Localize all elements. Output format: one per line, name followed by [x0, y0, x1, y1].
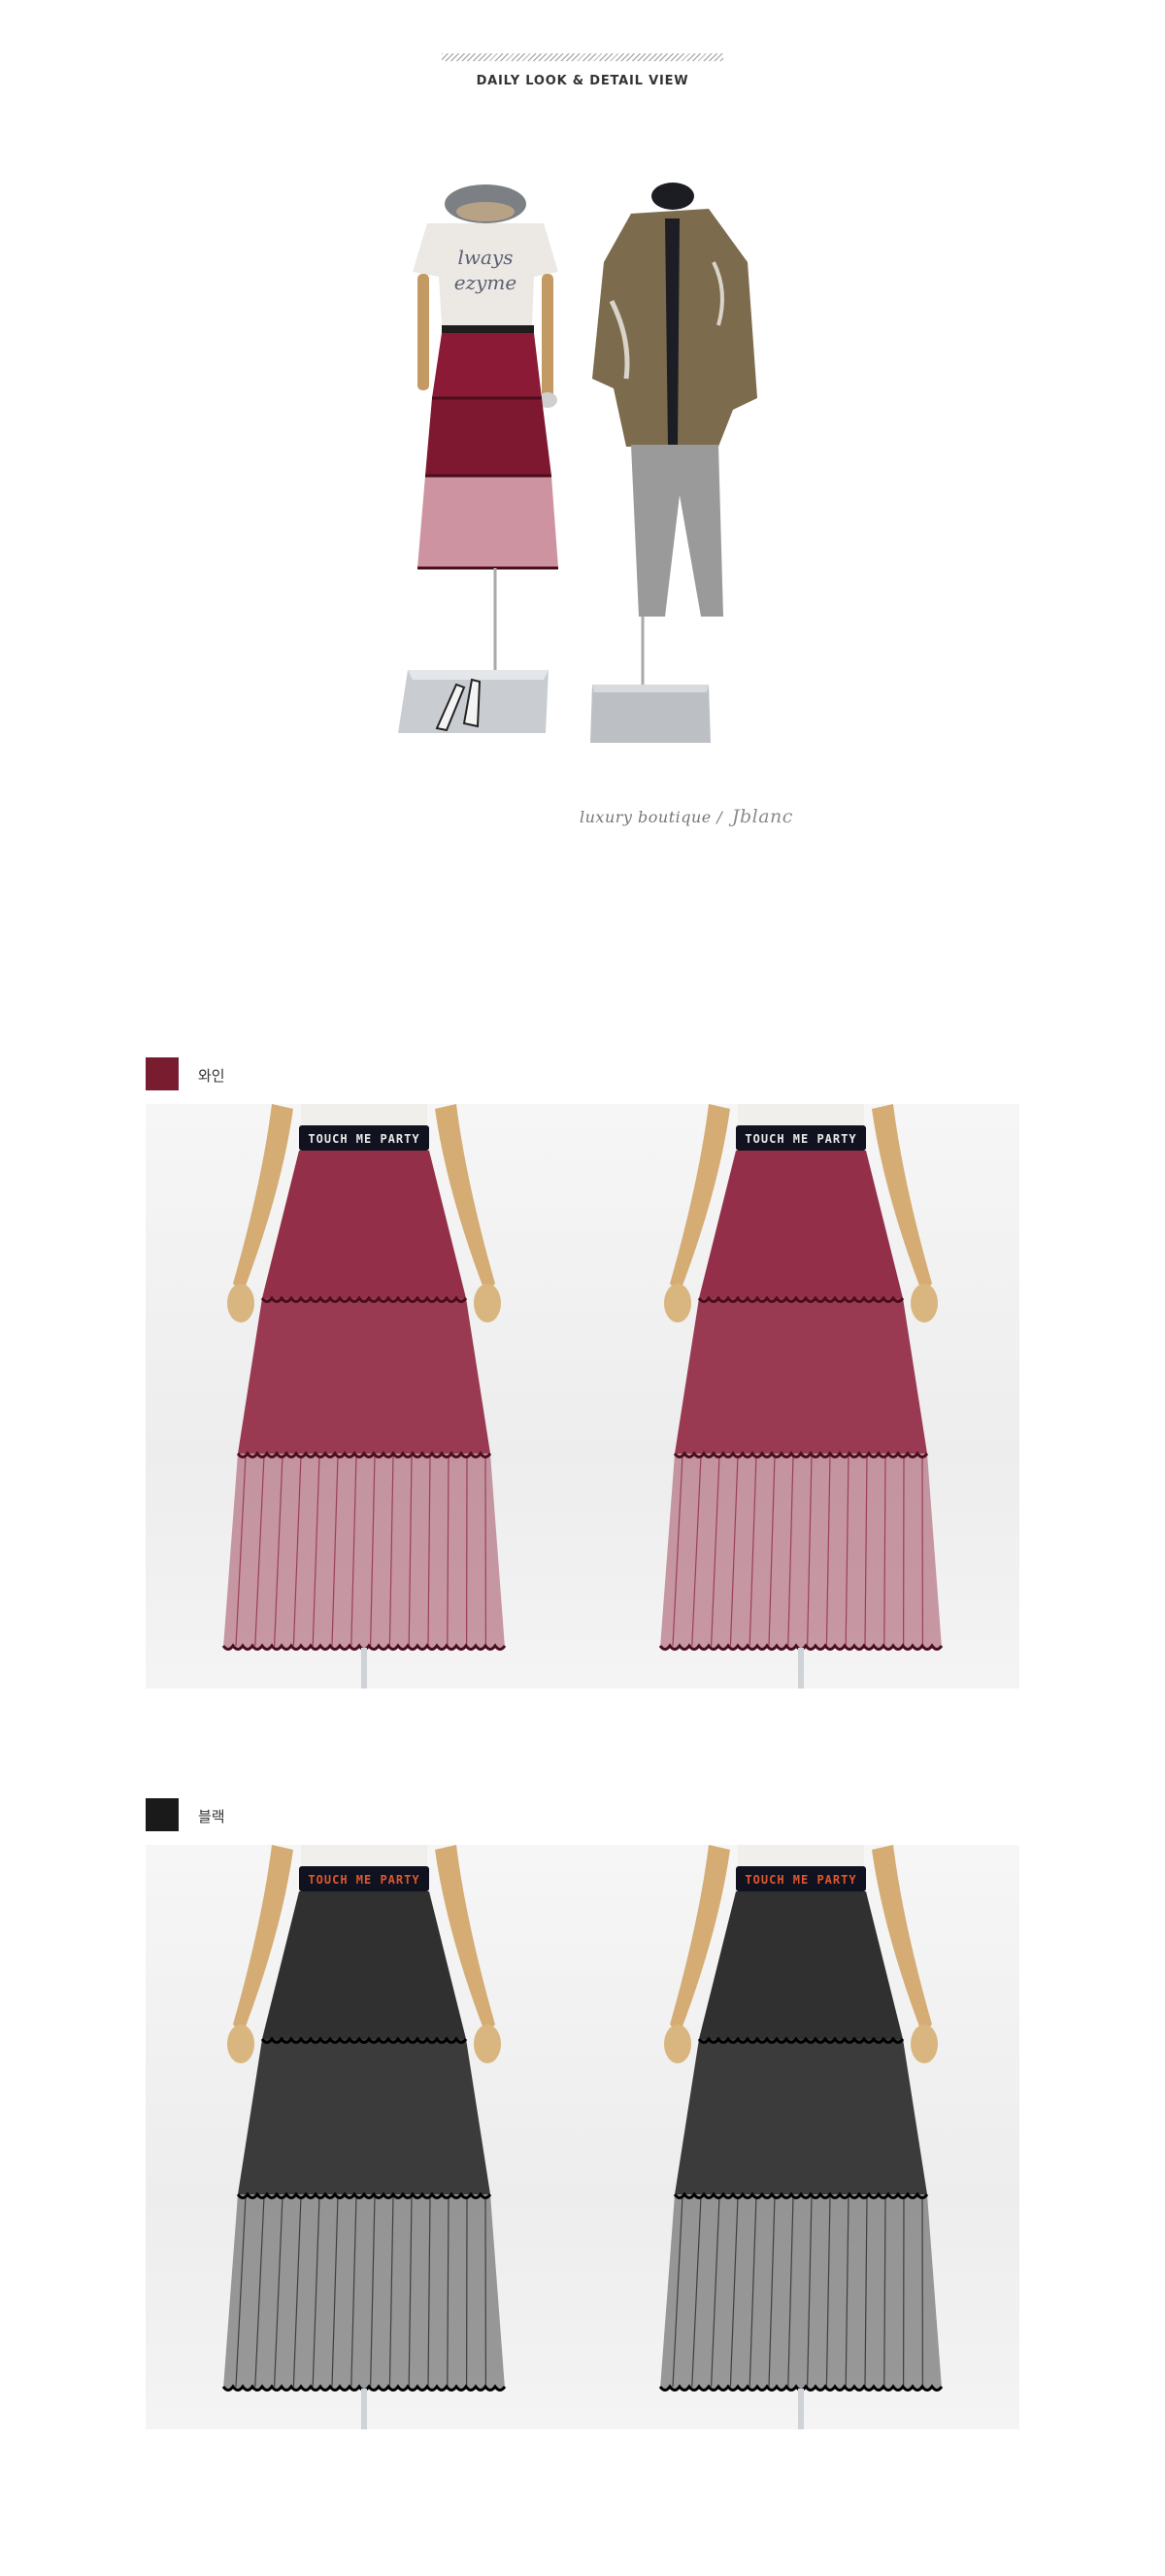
svg-text:ezyme: ezyme — [454, 271, 516, 294]
svg-text:TOUCH ME PARTY: TOUCH ME PARTY — [308, 1132, 419, 1146]
black-side-photo: TOUCH ME PARTY — [582, 1845, 1019, 2429]
page-title: DAILY LOOK & DETAIL VIEW — [476, 74, 689, 88]
svg-text:TOUCH ME PARTY: TOUCH ME PARTY — [745, 1873, 856, 1887]
daily-look-photo: lways ezyme — [398, 183, 757, 743]
signature-separator: / — [716, 808, 723, 826]
svg-text:TOUCH ME PARTY: TOUCH ME PARTY — [745, 1132, 856, 1146]
svg-text:lways: lways — [457, 246, 513, 269]
signature-text: luxury boutique — [580, 808, 712, 826]
header-hatch-divider — [442, 53, 723, 61]
color-swatch-black — [146, 1798, 179, 1831]
black-front-photo: TOUCH ME PARTY — [146, 1845, 582, 2429]
wine-photo-grid: TOUCH ME PARTY TOUCH ME PARTY — [146, 1104, 1019, 1689]
color-swatch-wine — [146, 1057, 179, 1090]
brand-script-logo: Jblanc — [731, 806, 793, 827]
color-label-wine: 와인 — [198, 1067, 225, 1085]
boutique-signature: luxury boutique / Jblanc — [580, 806, 871, 827]
svg-text:TOUCH ME PARTY: TOUCH ME PARTY — [308, 1873, 419, 1887]
wine-front-photo: TOUCH ME PARTY — [146, 1104, 582, 1689]
black-photo-grid: TOUCH ME PARTY TOUCH ME PARTY — [146, 1845, 1019, 2429]
color-label-black: 블랙 — [198, 1808, 225, 1825]
wine-side-photo: TOUCH ME PARTY — [582, 1104, 1019, 1689]
